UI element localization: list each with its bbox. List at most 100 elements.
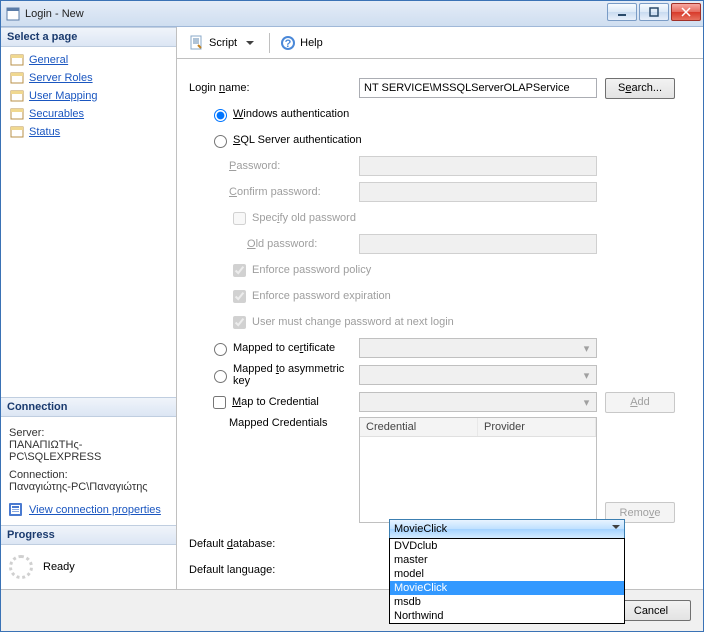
must-change-label: User must change password at next login [252,316,454,328]
connection-label: Connection: [9,469,168,481]
enforce-policy-label: Enforce password policy [252,264,371,276]
server-value: ΠΑΝΑΠΙΩΤΗς-PC\SQLEXPRESS [9,439,168,463]
connection-section: Server: ΠΑΝΑΠΙΩΤΗς-PC\SQLEXPRESS Connect… [1,417,176,525]
search-button[interactable]: Search... [605,78,675,99]
script-icon [189,35,205,51]
dropdown-option[interactable]: DVDclub [390,539,624,553]
page-status[interactable]: Status [5,123,172,141]
help-label: Help [300,37,323,49]
specify-old-checkbox [233,212,246,225]
page-label: Status [29,126,60,138]
default-language-label: Default language: [189,564,359,576]
enforce-exp-checkbox [233,290,246,303]
titlebar[interactable]: Login - New [1,1,703,27]
chevron-down-icon [612,523,620,531]
password-label: Password: [189,160,359,172]
credential-select: ▾ [359,392,597,412]
provider-column-header: Provider [478,418,596,436]
svg-text:?: ? [285,38,292,50]
help-button[interactable]: ? Help [276,33,327,53]
login-name-input[interactable] [359,78,597,98]
old-password-label: Old password: [189,238,359,250]
mapped-cert-row[interactable]: Mapped to certificate [189,340,359,356]
dropdown-option[interactable]: Northwind [390,609,624,623]
dropdown-option-selected[interactable]: MovieClick [390,581,624,595]
mapped-cert-label: Mapped to certificate [233,342,335,354]
minimize-button[interactable] [607,3,637,21]
page-icon [9,124,25,140]
sql-auth-radio-row[interactable]: SQL Server authentication [189,132,449,148]
progress-header: Progress [1,525,176,545]
mapped-cert-radio[interactable] [214,343,227,356]
windows-auth-radio[interactable] [214,109,227,122]
confirm-password-label: Confirm password: [189,186,359,198]
script-dropdown-arrow[interactable] [245,35,255,51]
dropdown-option[interactable]: model [390,567,624,581]
enforce-exp-label: Enforce password expiration [252,290,391,302]
windows-auth-label: Windows authentication [233,108,349,120]
password-input [359,156,597,176]
old-password-input [359,234,597,254]
enforce-policy-row: Enforce password policy [189,261,509,280]
mapped-credentials-grid[interactable]: Credential Provider [359,417,597,523]
toolbar-separator [269,33,270,53]
script-button[interactable]: Script [185,33,241,53]
specify-old-label: Specify old password [252,212,356,224]
default-database-select[interactable]: MovieClick [389,519,625,539]
dropdown-option[interactable]: msdb [390,595,624,609]
toolbar: Script ? Help [177,27,703,59]
progress-text: Ready [43,561,75,573]
certificate-select: ▾ [359,338,597,358]
progress-section: Ready [1,545,176,589]
select-page-header: Select a page [1,27,176,47]
enforce-exp-row: Enforce password expiration [189,287,509,306]
default-database-dropdown[interactable]: DVDclub master model MovieClick msdb Nor… [389,538,625,624]
asymmetric-key-select: ▾ [359,365,597,385]
page-list: General Server Roles User Mapping Secura… [1,47,176,145]
page-icon [9,106,25,122]
server-label: Server: [9,427,168,439]
must-change-row: User must change password at next login [189,313,569,332]
page-icon [9,70,25,86]
window-icon [5,6,21,22]
sidebar: Select a page General Server Roles User … [1,27,176,589]
map-cred-row[interactable]: Map to Credential [189,393,359,412]
help-icon: ? [280,35,296,51]
mapped-credentials-label: Mapped Credentials [189,417,359,429]
page-user-mapping[interactable]: User Mapping [5,87,172,105]
map-cred-label: Map to Credential [232,396,319,408]
map-cred-checkbox[interactable] [213,396,226,409]
view-connection-properties-link[interactable]: View connection properties [9,503,161,516]
page-label: General [29,54,68,66]
mapped-asym-radio[interactable] [214,370,227,383]
must-change-checkbox [233,316,246,329]
view-connection-label: View connection properties [29,504,161,516]
maximize-button[interactable] [639,3,669,21]
credential-column-header: Credential [360,418,478,436]
confirm-password-input [359,182,597,202]
page-server-roles[interactable]: Server Roles [5,69,172,87]
page-label: Server Roles [29,72,93,84]
specify-old-row: Specify old password [189,209,449,228]
mapped-asym-row[interactable]: Mapped to asymmetric key [189,363,359,387]
connection-header: Connection [1,397,176,417]
page-label: User Mapping [29,90,97,102]
form-area: Login name: Search... Windows authentica… [177,59,703,581]
window-title: Login - New [25,8,84,20]
windows-auth-radio-row[interactable]: Windows authentication [189,106,359,122]
page-securables[interactable]: Securables [5,105,172,123]
sql-auth-radio[interactable] [214,135,227,148]
login-dialog-window: Login - New Select a page General Server… [0,0,704,632]
page-general[interactable]: General [5,51,172,69]
page-icon [9,88,25,104]
default-database-selected: MovieClick [394,523,447,535]
dropdown-option[interactable]: master [390,553,624,567]
page-icon [9,52,25,68]
add-button: Add [605,392,675,413]
sql-auth-label: SQL Server authentication [233,134,362,146]
enforce-policy-checkbox [233,264,246,277]
default-database-label: Default database: [189,538,359,550]
close-button[interactable] [671,3,701,21]
progress-spinner-icon [9,555,33,579]
connection-value: Παναγιώτης-PC\Παναγιώτης [9,481,168,493]
